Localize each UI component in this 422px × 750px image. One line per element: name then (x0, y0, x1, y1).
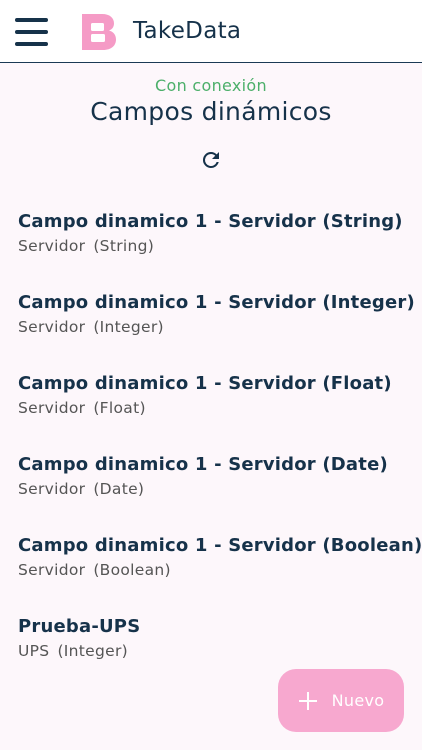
item-title: Prueba-UPS (18, 616, 141, 637)
list-item[interactable]: Campo dinamico 1 - Servidor (Integer) Se… (0, 281, 422, 362)
app-bar: TakeData (0, 0, 422, 63)
item-source: Servidor (18, 399, 86, 417)
list-item[interactable]: Campo dinamico 1 - Servidor (String) Ser… (0, 200, 422, 281)
item-title: Campo dinamico 1 - Servidor (Float) (18, 373, 392, 394)
item-title: Campo dinamico 1 - Servidor (String) (18, 211, 403, 232)
item-subtitle: Servidor (Float) (18, 398, 404, 418)
item-type: (Boolean) (93, 561, 171, 579)
item-title: Campo dinamico 1 - Servidor (Boolean) (18, 535, 422, 556)
item-type: (Integer) (93, 318, 164, 336)
app-title: TakeData (133, 18, 242, 44)
list-item[interactable]: Campo dinamico 1 - Servidor (Boolean) Se… (0, 524, 422, 605)
item-type: (String) (93, 237, 155, 255)
item-subtitle: Servidor (Date) (18, 479, 404, 499)
logo-icon (82, 14, 116, 50)
item-type: (Float) (93, 399, 146, 417)
item-source: UPS (18, 642, 50, 660)
refresh-icon[interactable] (199, 148, 223, 172)
item-source: Servidor (18, 237, 86, 255)
list-item[interactable]: Campo dinamico 1 - Servidor (Float) Serv… (0, 362, 422, 443)
item-type: (Integer) (57, 642, 128, 660)
list-item[interactable]: Campo dinamico 1 - Servidor (Date) Servi… (0, 443, 422, 524)
item-subtitle: Servidor (Integer) (18, 317, 404, 337)
new-field-label: Nuevo (331, 691, 385, 710)
item-subtitle: Servidor (String) (18, 236, 404, 256)
item-type: (Date) (93, 480, 145, 498)
item-source: Servidor (18, 318, 86, 336)
new-field-button[interactable]: Nuevo (278, 669, 404, 732)
item-title: Campo dinamico 1 - Servidor (Date) (18, 454, 388, 475)
item-subtitle: Servidor (Boolean) (18, 560, 404, 580)
connection-status: Con conexión (155, 76, 267, 95)
item-subtitle: UPS (Integer) (18, 641, 404, 661)
item-source: Servidor (18, 480, 86, 498)
page-title: Campos dinámicos (90, 97, 332, 126)
plus-icon (298, 691, 317, 710)
item-source: Servidor (18, 561, 86, 579)
item-title: Campo dinamico 1 - Servidor (Integer) (18, 292, 415, 313)
menu-icon[interactable] (15, 17, 48, 47)
dynamic-fields-list: Campo dinamico 1 - Servidor (String) Ser… (0, 200, 422, 686)
